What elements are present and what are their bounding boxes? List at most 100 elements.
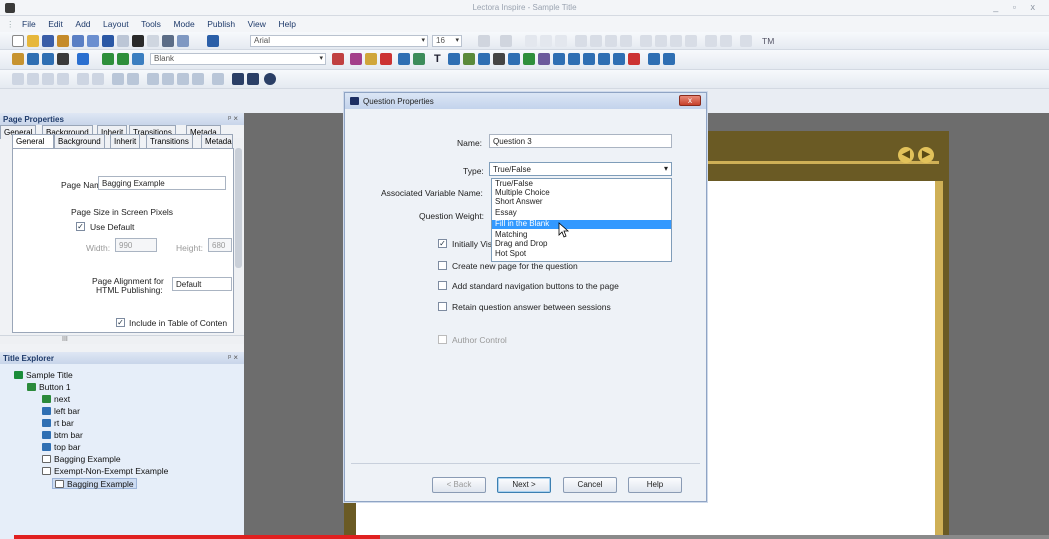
alignment-select[interactable]: Default [172,277,232,291]
spell-icon[interactable] [740,35,752,47]
reference-icon[interactable] [648,53,660,65]
survey-icon[interactable] [102,53,114,65]
back-arrow-icon[interactable]: ◀ [898,147,914,163]
tree-item-bagging-example[interactable]: Bagging Example [42,454,121,465]
grid-icon[interactable] [212,73,224,85]
menu-help[interactable]: Help [273,16,300,29]
preview-icon[interactable] [177,35,189,47]
line-icon[interactable] [720,35,732,47]
progress-icon[interactable] [598,53,610,65]
chapter-icon[interactable] [12,53,24,65]
image-icon[interactable] [448,53,460,65]
distribute-icon[interactable] [77,73,89,85]
justify-icon[interactable] [620,35,632,47]
align-right-edges-icon[interactable] [42,73,54,85]
tree-item-next[interactable]: next [42,394,70,405]
underline-icon[interactable] [555,35,567,47]
tree-item-sample-title[interactable]: Sample Title [14,370,73,381]
pen-icon[interactable] [478,35,490,47]
layout-icon[interactable] [207,35,219,47]
menu-layout[interactable]: Layout [98,16,134,29]
menu-publish[interactable]: Publish [202,16,240,29]
properties-hscroll[interactable]: III [0,335,244,344]
font-combo[interactable]: Arial ▾ [250,35,428,47]
next-arrow-icon[interactable]: ▶ [918,147,934,163]
tree-item-left-bar[interactable]: left bar [42,406,80,417]
title-explorer-controls[interactable]: ᵖ × [228,353,238,362]
author-control-checkbox[interactable] [438,335,447,344]
outdent-icon[interactable] [685,35,697,47]
copy-icon[interactable] [72,35,84,47]
video-progress-played[interactable] [14,535,380,539]
web-icon[interactable] [523,53,535,65]
paste-icon[interactable] [87,35,99,47]
question-icon[interactable] [332,53,344,65]
redo-icon[interactable] [117,35,129,47]
tab-transitions[interactable]: Transitions [146,134,193,148]
add-nav-checkbox[interactable] [438,281,447,290]
flash-icon[interactable] [628,53,640,65]
menu-edit[interactable]: Edit [43,16,68,29]
retain-answer-checkbox[interactable] [438,302,447,311]
video-progress-remaining[interactable] [380,535,1049,539]
attempt-icon[interactable] [398,53,410,65]
send-back-icon[interactable] [162,73,174,85]
trademark-button[interactable]: TM [762,36,774,46]
undo-icon[interactable] [102,35,114,47]
type-option-short-answer[interactable]: Short Answer [492,197,671,207]
section-icon[interactable] [27,53,39,65]
shape-icon[interactable] [463,53,475,65]
help-button[interactable]: Help [628,477,682,493]
page-icon[interactable] [42,53,54,65]
tree-item-bagging-example-selected[interactable]: Bagging Example [52,478,137,489]
question-type-select[interactable]: True/False ▾ [489,162,672,176]
cut-icon[interactable] [57,35,69,47]
use-default-checkbox[interactable]: ✓ [76,222,85,231]
bring-front-icon[interactable] [147,73,159,85]
lock-icon[interactable] [177,73,189,85]
next-button[interactable]: Next > [497,477,551,493]
properties-vscroll[interactable] [234,138,243,335]
text-block-icon[interactable]: T [434,53,441,65]
type-option-essay[interactable]: Essay [492,208,671,218]
italic-icon[interactable] [540,35,552,47]
menu-mode[interactable]: Mode [168,16,199,29]
replace-icon[interactable] [147,35,159,47]
align-left-edges-icon[interactable] [12,73,24,85]
cancel-button[interactable]: Cancel [563,477,617,493]
width-input[interactable]: 990 [115,238,157,252]
align-centers-icon[interactable] [27,73,39,85]
page-name-input[interactable]: Bagging Example [98,176,226,190]
save-icon[interactable] [42,35,54,47]
video-icon[interactable] [493,53,505,65]
menu-add[interactable]: Add [70,16,95,29]
create-new-page-checkbox[interactable] [438,261,447,270]
group-align-icon[interactable] [112,73,124,85]
menu-icon[interactable] [583,53,595,65]
bullets-icon[interactable] [640,35,652,47]
properties-vscroll-thumb[interactable] [235,148,242,268]
bold-icon[interactable] [525,35,537,47]
font-size-combo[interactable]: 16 ▾ [432,35,462,47]
type-option-hot-spot[interactable]: Hot Spot [492,249,671,259]
page-properties-controls[interactable]: ᵖ × [228,114,238,123]
hscroll-grip[interactable]: III [62,336,68,343]
find-icon[interactable] [132,35,144,47]
result-icon[interactable] [413,53,425,65]
same-width-icon[interactable] [92,73,104,85]
dropdown-arrow-icon[interactable]: ▾ [664,164,668,173]
tree-item-exempt-example[interactable]: Exempt-Non-Exempt Example [42,466,168,477]
height-input[interactable]: 680 [208,238,232,252]
test-icon[interactable] [77,53,89,65]
initially-visible-checkbox[interactable]: ✓ [438,239,447,248]
table-icon[interactable] [553,53,565,65]
animation-icon[interactable] [508,53,520,65]
ungroup-icon[interactable] [127,73,139,85]
new-icon[interactable] [12,35,24,47]
align-left-icon[interactable] [575,35,587,47]
preview-mode-icon[interactable] [247,73,259,85]
menu-tools[interactable]: Tools [136,16,166,29]
audio-icon[interactable] [478,53,490,65]
toc-icon[interactable] [613,53,625,65]
highlight-icon[interactable] [705,35,717,47]
